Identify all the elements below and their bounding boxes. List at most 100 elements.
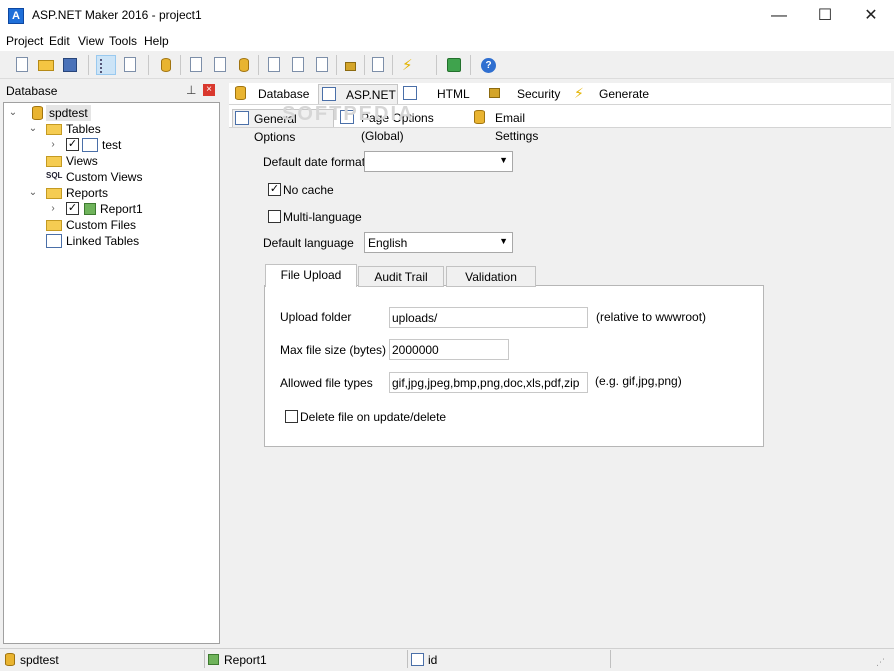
multi-language-checkbox[interactable] <box>268 210 281 223</box>
no-cache-checkbox[interactable]: ✓ <box>268 183 281 196</box>
tree-item-views[interactable]: Views <box>24 153 204 169</box>
font-button[interactable] <box>312 55 332 75</box>
new-project-button[interactable] <box>12 55 32 75</box>
settings-page-icon <box>235 111 249 125</box>
menu-project[interactable]: Project <box>6 34 43 48</box>
expand-arrow-icon[interactable]: › <box>48 201 58 217</box>
help-icon: ? <box>481 58 496 73</box>
html-button[interactable] <box>264 55 284 75</box>
upload-folder-input[interactable] <box>389 307 588 328</box>
open-project-button[interactable] <box>36 55 56 75</box>
status-table: Report1 <box>224 653 267 667</box>
tree-label: Tables <box>66 122 101 136</box>
allowed-file-types-hint: (e.g. gif,jpg,png) <box>595 374 682 388</box>
tree-item-tables[interactable]: ⌄ Tables <box>24 121 204 137</box>
menu-edit[interactable]: Edit <box>49 34 70 48</box>
lock-icon <box>489 88 500 98</box>
settings-page-icon <box>190 57 202 72</box>
edit-page-icon <box>292 57 304 72</box>
tree-item-reports[interactable]: ⌄ Reports <box>24 185 204 201</box>
database-icon <box>161 58 171 72</box>
tree-item-root[interactable]: ⌄ spdtest <box>8 105 208 121</box>
list-view-button[interactable] <box>120 55 140 75</box>
select-value: English <box>368 236 408 250</box>
no-cache-label: No cache <box>283 183 334 197</box>
tab-label: Security <box>517 87 561 101</box>
collapse-arrow-icon[interactable]: ⌄ <box>28 121 38 137</box>
upload-folder-label: Upload folder <box>280 310 352 324</box>
tab-label: Database <box>258 87 310 101</box>
tab-label: Email Settings <box>495 111 539 143</box>
html-edit-button[interactable] <box>288 55 308 75</box>
maximize-button[interactable]: ☐ <box>802 0 848 31</box>
test-checkbox[interactable]: ✓ <box>66 138 79 151</box>
menu-help[interactable]: Help <box>144 34 169 48</box>
toolbar-separator <box>436 55 437 75</box>
email-db-icon <box>239 58 249 72</box>
default-language-select[interactable]: English ▼ <box>364 232 513 253</box>
allowed-file-types-input[interactable] <box>389 372 588 393</box>
window-title: ASP.NET Maker 2016 - project1 <box>32 8 202 22</box>
database-tree: ⌄ spdtest ⌄ Tables › ✓ test Views SQL Cu… <box>3 102 220 644</box>
tab-validation[interactable]: Validation <box>446 266 536 287</box>
tab-file-upload[interactable]: File Upload <box>265 264 357 287</box>
page-options-button[interactable] <box>210 55 230 75</box>
report-icon <box>84 203 96 215</box>
expand-arrow-icon[interactable]: › <box>48 137 58 153</box>
save-project-button[interactable] <box>60 55 80 75</box>
help-button[interactable]: ? <box>478 55 498 75</box>
app-icon: A <box>8 8 24 24</box>
refresh-icon <box>447 58 461 72</box>
status-field: id <box>428 653 438 667</box>
menu-tools[interactable]: Tools <box>109 34 137 48</box>
tree-item-report1[interactable]: › ✓ Report1 <box>44 201 204 217</box>
toolbar-separator <box>258 55 259 75</box>
tree-item-custom-views[interactable]: SQL Custom Views <box>24 169 204 185</box>
toolbar-separator <box>180 55 181 75</box>
status-bar <box>0 648 894 671</box>
pane-close-icon[interactable]: × <box>203 84 215 96</box>
tree-label: spdtest <box>46 105 91 121</box>
print-button[interactable] <box>368 55 388 75</box>
open-folder-icon <box>38 60 54 71</box>
date-format-select[interactable]: ▼ <box>364 151 513 172</box>
tree-label: Custom Views <box>66 170 143 184</box>
database-icon <box>5 652 19 668</box>
email-settings-button[interactable] <box>234 55 254 75</box>
resize-grip-icon[interactable]: ⋰ <box>876 656 888 668</box>
database-button[interactable] <box>156 55 176 75</box>
minimize-button[interactable]: — <box>756 0 802 31</box>
tab-aspnet[interactable]: ASP.NET <box>318 84 398 104</box>
database-pane-title: Database <box>6 84 58 98</box>
tree-item-linked-tables[interactable]: Linked Tables <box>24 233 204 249</box>
security-button[interactable] <box>340 55 360 75</box>
tab-security[interactable]: Security <box>487 84 567 104</box>
tab-label: HTML <box>437 87 470 101</box>
menu-view[interactable]: View <box>78 34 104 48</box>
collapse-arrow-icon[interactable]: ⌄ <box>8 105 18 121</box>
tree-icon <box>100 59 114 73</box>
tab-generate[interactable]: ⚡ Generate <box>572 84 652 104</box>
tree-item-custom-files[interactable]: Custom Files <box>24 217 204 233</box>
collapse-arrow-icon[interactable]: ⌄ <box>28 185 38 201</box>
tree-label: Report1 <box>100 202 143 216</box>
max-file-size-input[interactable] <box>389 339 509 360</box>
close-button[interactable]: ✕ <box>848 0 894 31</box>
pin-icon[interactable]: ⊥ <box>186 83 196 97</box>
status-divider <box>407 650 408 668</box>
linked-table-icon <box>46 234 62 248</box>
aspnet-settings-button[interactable] <box>186 55 206 75</box>
tab-html[interactable]: HTML <box>401 84 481 104</box>
tree-item-test[interactable]: › ✓ test <box>44 137 204 153</box>
subtab-email-settings[interactable]: Email Settings <box>472 109 568 143</box>
tree-view-button[interactable] <box>96 55 116 75</box>
report1-checkbox[interactable]: ✓ <box>66 202 79 215</box>
tab-database[interactable]: Database <box>232 84 316 104</box>
report-icon <box>208 652 220 668</box>
allowed-file-types-label: Allowed file types <box>280 376 373 390</box>
tab-audit-trail[interactable]: Audit Trail <box>358 266 444 287</box>
aspnet-page-icon <box>322 87 336 101</box>
generate-button[interactable]: ⚡ <box>398 55 418 75</box>
refresh-button[interactable] <box>444 55 464 75</box>
delete-file-checkbox[interactable] <box>285 410 298 423</box>
